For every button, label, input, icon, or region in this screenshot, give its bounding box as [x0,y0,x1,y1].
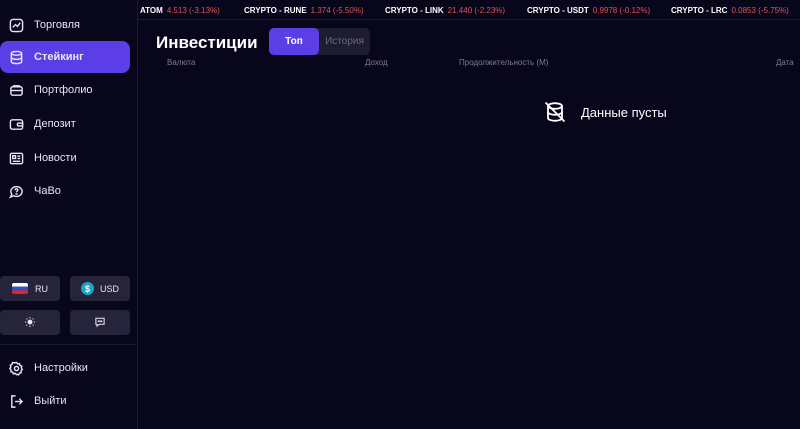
sidebar-item-trading[interactable]: Торговля [0,9,130,41]
tab-top[interactable]: Топ [269,28,319,55]
sidebar-item-label: Настройки [34,362,88,374]
no-data-icon [543,100,581,124]
column-header-date: Дата [776,58,794,67]
column-header-duration: Продолжительность (М) [459,58,549,67]
empty-state: Данные пусты [543,100,667,124]
wallet-icon [8,116,24,132]
chat-button[interactable] [70,310,130,335]
ticker-item[interactable]: ATOM 4.513 (-3.13%) [140,6,220,15]
chart-icon [8,17,24,33]
sidebar-item-label: Стейкинг [34,51,84,63]
ticker-value: 1.374 (-5.50%) [310,6,364,15]
sidebar-item-news[interactable]: Новости [0,142,130,174]
ticker-item[interactable]: CRYPTO - LINK 21.440 (-2.23%) [385,6,505,15]
language-button[interactable]: RU [0,276,60,301]
sidebar-item-label: Торговля [34,19,80,31]
sun-icon [24,316,36,330]
sidebar-item-label: Депозит [34,118,76,130]
language-label: RU [35,283,48,294]
sidebar-item-portfolio[interactable]: Портфолио [0,74,130,106]
folder-icon [8,82,24,98]
currency-button[interactable]: $ USD [70,276,130,301]
sidebar-item-label: Портфолио [34,84,93,96]
dollar-icon: $ [80,282,94,295]
sidebar-item-label: Новости [34,152,77,164]
chat-icon [94,316,106,330]
sidebar-item-staking[interactable]: Стейкинг [0,41,130,73]
russia-flag-icon [12,283,28,294]
sidebar-item-label: ЧаВо [34,185,61,197]
empty-state-text: Данные пусты [581,104,667,120]
database-icon [8,49,24,65]
sidebar-item-label: Выйти [34,395,67,407]
page-title: Инвестиции [156,33,258,52]
sidebar-item-logout[interactable]: Выйти [0,385,130,417]
sidebar-divider [0,344,138,345]
ticker-value: 21.440 (-2.23%) [447,6,506,15]
currency-label: USD [99,283,119,294]
ticker-symbol: CRYPTO - LRC [671,6,728,15]
column-header-currency: Валюта [167,58,196,67]
ticker-symbol: CRYPTO - USDT [527,6,589,15]
logout-icon [8,393,24,409]
price-ticker: ATOM 4.513 (-3.13%) CRYPTO - RUNE 1.374 (-… [138,0,800,20]
sidebar-item-deposit[interactable]: Депозит [0,108,130,140]
sidebar-item-settings[interactable]: Настройки [0,352,130,384]
sidebar-item-faq[interactable]: ЧаВо [0,175,130,207]
gear-icon [8,360,24,376]
column-header-income: Доход [365,58,388,67]
sidebar: Торговля Стейкинг Портфолио Депозит Ново… [0,0,138,429]
ticker-value: 4.513 (-3.13%) [166,6,220,15]
help-chat-icon [8,183,24,199]
ticker-symbol: CRYPTO - RUNE [244,6,307,15]
ticker-item[interactable]: CRYPTO - RUNE 1.374 (-5.50%) [244,6,364,15]
ticker-symbol: CRYPTO - LINK [385,6,444,15]
ticker-value: 0.9978 (-0.12%) [592,6,651,15]
ticker-symbol: ATOM [140,6,163,15]
tab-history[interactable]: История [319,28,370,55]
ticker-item[interactable]: CRYPTO - LRC 0.0853 (-5.75%) [671,6,789,15]
ticker-value: 0.0853 (-5.75%) [731,6,789,15]
ticker-item[interactable]: CRYPTO - USDT 0.9978 (-0.12%) [527,6,650,15]
newspaper-icon [8,150,24,166]
tab-bar: Топ История [269,28,370,55]
theme-toggle-button[interactable] [0,310,60,335]
